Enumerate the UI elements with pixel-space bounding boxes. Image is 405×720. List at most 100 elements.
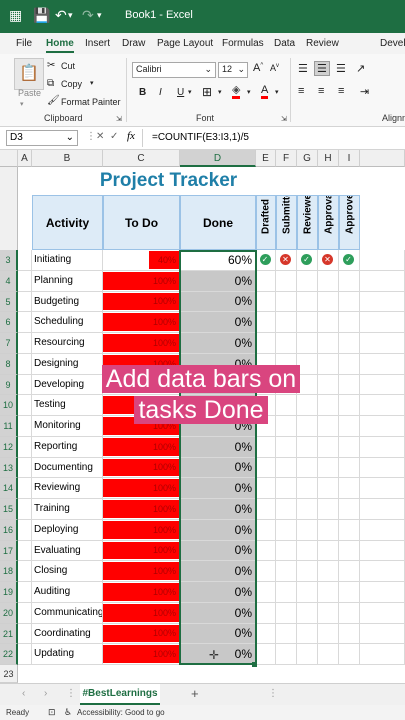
empty-cell[interactable] [18, 291, 32, 313]
select-all-corner[interactable] [0, 150, 18, 167]
status-cell[interactable] [339, 540, 360, 562]
font-size-select[interactable]: 12 ⌄ [218, 62, 248, 78]
status-cell[interactable] [297, 561, 318, 582]
status-cell[interactable] [256, 436, 276, 458]
underline-button[interactable]: U [177, 87, 184, 98]
status-cell[interactable] [318, 416, 339, 437]
todo-cell[interactable]: 100% [103, 623, 180, 645]
status-cell[interactable] [276, 291, 297, 313]
status-cell[interactable] [256, 644, 276, 665]
status-cell[interactable] [339, 270, 360, 292]
tab-review[interactable]: Review [306, 38, 339, 49]
cancel-icon[interactable]: ✕ [96, 131, 104, 142]
scroll-right-icon[interactable]: › [44, 688, 47, 699]
tab-insert[interactable]: Insert [85, 38, 110, 49]
status-cell[interactable] [276, 436, 297, 458]
status-cell[interactable] [297, 457, 318, 479]
status-cell[interactable] [256, 291, 276, 313]
activity-cell[interactable]: Documenting [32, 457, 103, 479]
column-header-e[interactable]: E [256, 150, 276, 167]
status-cell[interactable] [256, 602, 276, 624]
row-header-7[interactable]: 7 [0, 333, 18, 354]
empty-cell[interactable] [18, 478, 32, 499]
todo-cell[interactable]: 100% [103, 270, 180, 292]
status-cell[interactable] [276, 623, 297, 645]
align-bottom-icon[interactable]: ☰ [336, 62, 346, 75]
insert-function-button[interactable]: fx [127, 130, 135, 142]
activity-cell[interactable]: Deploying [32, 519, 103, 541]
todo-cell[interactable]: 100% [103, 519, 180, 541]
status-cell[interactable] [339, 436, 360, 458]
done-cell[interactable]: 0% [180, 270, 256, 292]
decrease-font-icon[interactable]: Av [270, 63, 279, 73]
done-cell[interactable]: 0% [180, 457, 256, 479]
empty-cell[interactable] [360, 374, 405, 396]
status-cell[interactable]: ✓ [297, 250, 318, 271]
status-cell[interactable] [297, 602, 318, 624]
row-header-6[interactable]: 6 [0, 312, 18, 333]
font-color-icon[interactable]: A [261, 84, 269, 99]
paste-icon[interactable]: 📋 [14, 58, 44, 90]
name-box[interactable]: D3 ⌄ [6, 130, 78, 146]
empty-cell[interactable] [360, 436, 405, 458]
activity-cell[interactable]: Budgeting [32, 291, 103, 313]
column-header-a[interactable]: A [18, 150, 32, 167]
empty-cell[interactable] [18, 395, 32, 416]
status-cell[interactable] [256, 582, 276, 603]
empty-cell[interactable] [18, 540, 32, 562]
tab-draw[interactable]: Draw [122, 38, 145, 49]
row-header-19[interactable]: 19 [0, 582, 18, 603]
align-right-icon[interactable]: ≡ [338, 85, 344, 97]
activity-cell[interactable]: Reviewing [32, 478, 103, 499]
todo-cell[interactable]: 100% [103, 561, 180, 582]
done-cell[interactable]: 0% [180, 561, 256, 582]
empty-cell[interactable] [360, 312, 405, 333]
empty-cell[interactable] [18, 457, 32, 479]
empty-cell[interactable] [360, 333, 405, 354]
status-cell[interactable] [276, 312, 297, 333]
empty-cell[interactable] [360, 291, 405, 313]
activity-cell[interactable]: Reporting [32, 436, 103, 458]
fill-color-dropdown-icon[interactable]: ▾ [247, 88, 251, 96]
status-cell[interactable]: ✕ [318, 250, 339, 271]
row-header-4[interactable]: 4 [0, 270, 18, 292]
clipboard-launcher-icon[interactable]: ⇲ [116, 115, 122, 123]
empty-cell[interactable] [18, 519, 32, 541]
status-cell[interactable] [256, 333, 276, 354]
status-cell[interactable] [297, 436, 318, 458]
done-cell[interactable]: 0% [180, 478, 256, 499]
sheet-options-icon[interactable]: ⋮ [66, 688, 76, 699]
format-painter-icon[interactable]: 🖌 [47, 95, 60, 106]
done-cell[interactable]: 0% [180, 333, 256, 354]
empty-cell[interactable] [18, 416, 32, 437]
tab-home[interactable]: Home [46, 38, 74, 53]
row-header-3[interactable]: 3 [0, 250, 18, 271]
empty-cell[interactable] [18, 623, 32, 645]
row-header-15[interactable]: 15 [0, 499, 18, 520]
activity-cell[interactable]: Planning [32, 270, 103, 292]
empty-cell[interactable] [360, 457, 405, 479]
row-header-18[interactable]: 18 [0, 561, 18, 582]
increase-font-icon[interactable]: A^ [253, 62, 263, 74]
format-painter-button[interactable]: Format Painter [61, 97, 121, 107]
status-cell[interactable] [318, 333, 339, 354]
status-cell[interactable] [318, 561, 339, 582]
row-header-23[interactable]: 23 [0, 665, 18, 683]
row-header-8[interactable]: 8 [0, 353, 18, 375]
orientation-icon[interactable]: ↗ [356, 62, 365, 75]
status-cell[interactable] [318, 602, 339, 624]
status-cell[interactable] [276, 499, 297, 520]
status-cell[interactable] [318, 353, 339, 375]
status-cell[interactable]: ✓ [256, 250, 276, 271]
status-cell[interactable] [297, 478, 318, 499]
status-cell[interactable] [297, 644, 318, 665]
activity-cell[interactable]: Scheduling [32, 312, 103, 333]
activity-cell[interactable]: Closing [32, 561, 103, 582]
status-cell[interactable] [276, 519, 297, 541]
status-cell[interactable] [297, 623, 318, 645]
empty-cell[interactable] [18, 333, 32, 354]
status-accessibility[interactable]: Accessibility: Good to go [77, 708, 165, 717]
column-header-i[interactable]: I [339, 150, 360, 167]
row-header-22[interactable]: 22 [0, 644, 18, 665]
empty-cell[interactable] [360, 353, 405, 375]
